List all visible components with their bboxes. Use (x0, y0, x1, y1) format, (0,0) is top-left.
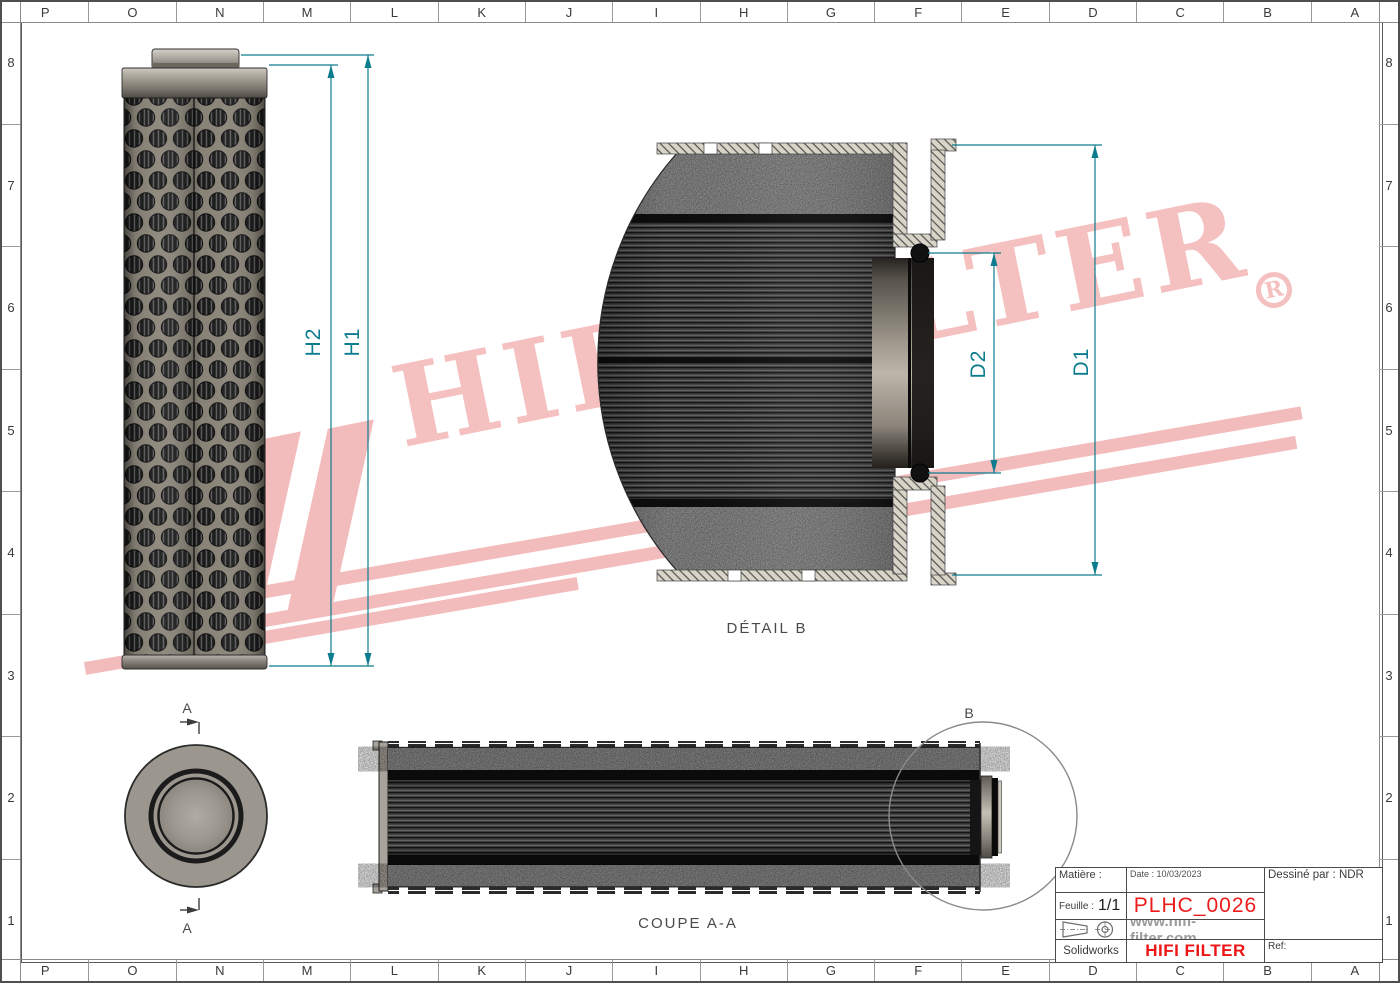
sheet-value: 1/1 (1098, 897, 1120, 915)
grid-band-top: P O N M L K J I H G F E D C B A (2, 2, 1398, 23)
top-spigot-lip (152, 63, 239, 68)
detail-view-title: DÉTAIL B (726, 620, 807, 637)
technical-drawing-canvas: H2 H1 A A (2, 2, 1400, 983)
website-text: www.hifi-filter.com (1127, 920, 1265, 940)
support-band-top (388, 770, 980, 780)
grid-col-label: F (875, 960, 962, 981)
grid-band-left: 8 7 6 5 4 3 2 1 (2, 2, 21, 981)
grid-col-label: C (1137, 2, 1224, 22)
front-view: H2 H1 (122, 49, 374, 669)
mesh-serration-top (388, 741, 980, 748)
support-band-bottom (388, 855, 980, 865)
mesh-serration-bottom (388, 887, 980, 894)
grid-col-label: H (701, 2, 788, 22)
grid-col-label: N (177, 960, 264, 981)
bottom-end-cap (122, 655, 267, 669)
grid-row-label: 2 (1380, 737, 1398, 860)
shell-texture (388, 865, 980, 886)
grid-band-right: 8 7 6 5 4 3 2 1 (1379, 2, 1398, 981)
sheet-field: Feuille : 1/1 (1056, 893, 1127, 920)
brand-name: HIFI FILTER (1127, 940, 1265, 962)
shell-texture (388, 748, 980, 770)
material-label: Matière : (1056, 868, 1127, 893)
ref-label: Ref: (1265, 940, 1382, 962)
grid-col-label: B (1224, 960, 1311, 981)
section-view: B COUPE A-A (373, 705, 1077, 932)
end-seal-band (970, 780, 981, 855)
grid-col-label: G (788, 2, 875, 22)
media-shading (388, 780, 980, 855)
grid-row-label: 2 (2, 737, 20, 860)
grid-col-label: L (351, 960, 438, 981)
dimension-arrowheads (328, 55, 372, 666)
grid-row-label: 7 (2, 125, 20, 248)
grid-col-label: A (1312, 2, 1398, 22)
section-letter-top: A (182, 700, 193, 716)
grid-col-label: D (1050, 960, 1137, 981)
dim-label-h1: H1 (341, 328, 364, 357)
grid-col-label: J (526, 2, 613, 22)
grid-row-label: 4 (2, 492, 20, 615)
dim-label-h2: H2 (302, 328, 325, 357)
bore-edge (908, 258, 911, 468)
o-ring-bottom (911, 464, 929, 482)
spigot-ring (981, 776, 992, 858)
grid-col-label: C (1137, 960, 1224, 981)
software-label: Solidworks (1056, 940, 1127, 962)
drawn-by-field: Dessiné par : NDR (1265, 868, 1382, 940)
date-field: Date : 10/03/2023 (1127, 868, 1265, 893)
detail-marker-label: B (964, 705, 975, 721)
grid-col-label: M (264, 960, 351, 981)
grid-row-label: 6 (1380, 247, 1398, 370)
grid-col-label: E (962, 2, 1049, 22)
grid-col-label: L (351, 2, 438, 22)
grid-col-label: M (264, 2, 351, 22)
drawing-sheet: HIFI FILTER R (0, 0, 1400, 983)
title-block: Matière : Date : 10/03/2023 Dessiné par … (1055, 867, 1383, 963)
spigot-tip (998, 781, 1002, 853)
detail-b-view: D2 D1 DÉTAIL B (562, 139, 1102, 637)
detail-body-layers (562, 142, 907, 574)
grid-col-label: O (89, 960, 176, 981)
shell-seam (193, 98, 195, 655)
grid-col-label: E (962, 960, 1049, 981)
left-cap-edge (379, 742, 388, 891)
part-number: PLHC_0026 (1127, 893, 1265, 920)
section-letter-bottom: A (182, 920, 193, 936)
grid-col-label: I (613, 960, 700, 981)
grid-col-label: P (2, 2, 89, 22)
grid-col-label: P (2, 960, 89, 981)
grid-col-label: K (439, 960, 526, 981)
top-view: A A (125, 700, 267, 936)
grid-row-label: 3 (2, 615, 20, 738)
grid-col-label: I (613, 2, 700, 22)
grid-row-label: 6 (2, 247, 20, 370)
top-end-cap (122, 68, 267, 98)
grid-row-label: 5 (1380, 370, 1398, 493)
spigot-seal (992, 778, 998, 856)
grid-row-label: 5 (2, 370, 20, 493)
projection-symbol-icon (1056, 920, 1127, 940)
section-view-title: COUPE A-A (638, 915, 738, 932)
dim-label-d2: D2 (967, 350, 990, 379)
grid-col-label: D (1050, 2, 1137, 22)
grid-col-label: G (788, 960, 875, 981)
grid-col-label: N (177, 2, 264, 22)
sheet-label: Feuille : (1059, 901, 1094, 912)
grid-col-label: H (701, 960, 788, 981)
grid-row-label: 3 (1380, 615, 1398, 738)
grid-col-label: J (526, 960, 613, 981)
bore-shadow (912, 258, 934, 468)
grid-row-label: 7 (1380, 125, 1398, 248)
dim-label-d1: D1 (1070, 348, 1093, 377)
grid-col-label: K (439, 2, 526, 22)
grid-col-label: A (1312, 960, 1398, 981)
grid-col-label: O (89, 2, 176, 22)
grid-row-label: 4 (1380, 492, 1398, 615)
grid-col-label: F (875, 2, 962, 22)
o-ring-top (911, 244, 929, 262)
grid-col-label: B (1224, 2, 1311, 22)
inner-disc (160, 780, 232, 852)
